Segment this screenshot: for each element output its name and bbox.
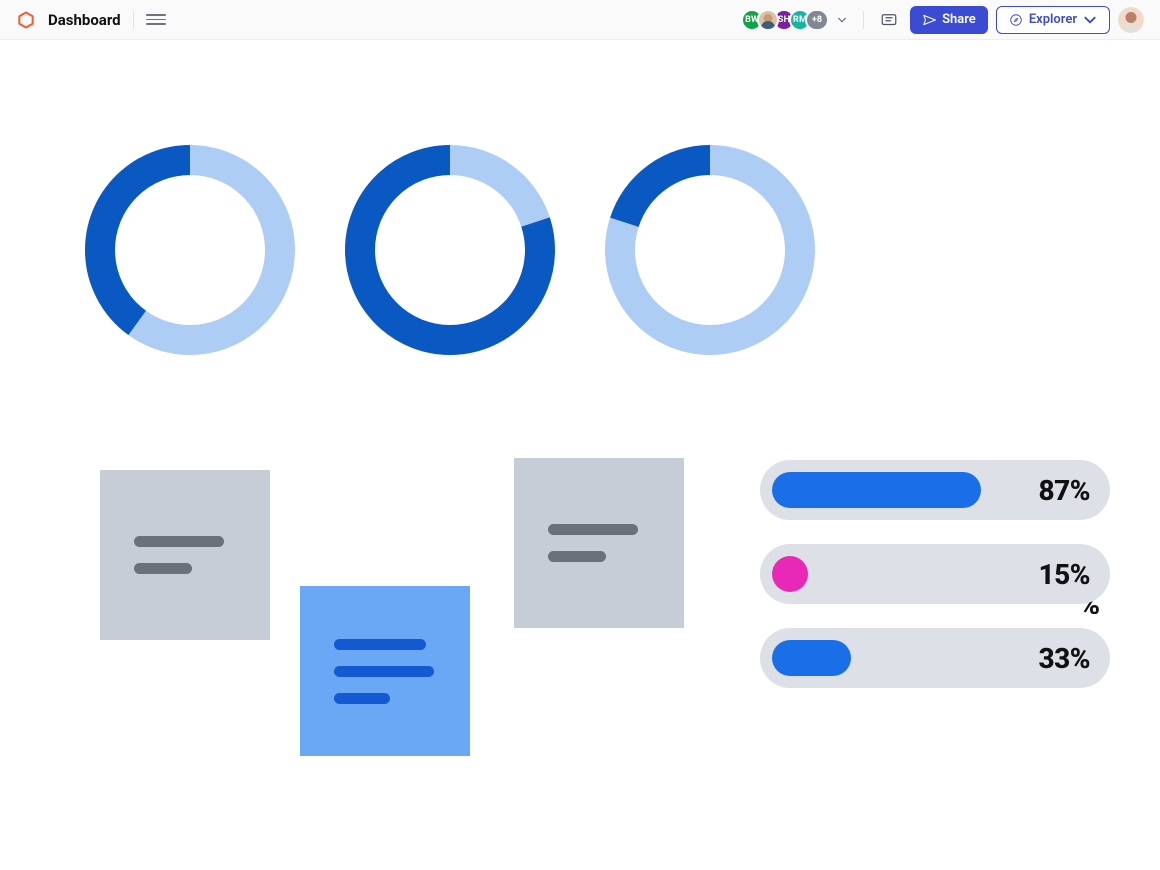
compass-icon [1009,13,1023,27]
text-placeholder-line [334,639,426,650]
text-placeholder-line [334,693,390,704]
divider [863,11,864,29]
collaborator-overflow-count[interactable]: +8 [805,9,829,31]
donut-charts [80,140,820,360]
avatars-expand-button[interactable] [833,11,851,29]
progress-percent-label: 33% [1038,642,1090,675]
divider [133,11,134,29]
collaborator-avatar[interactable] [757,9,779,31]
text-placeholder-line [548,551,606,562]
progress-fill [772,640,851,676]
donut-chart-2 [340,140,560,360]
progress-percent-label: 15% [1038,558,1090,591]
share-button[interactable]: Share [910,6,988,34]
app-logo [16,10,36,30]
progress-fill [772,556,808,592]
progress-bar-2: 15% [760,544,1110,604]
topbar: Dashboard BWSHRM+8 Share Explorer [0,0,1160,40]
send-icon [922,13,936,27]
sticky-note-blue[interactable] [300,586,470,756]
share-button-label: Share [942,12,976,27]
progress-percent-label: 87% [1038,474,1090,507]
menu-icon[interactable] [146,10,166,30]
page-title: Dashboard [48,11,121,29]
chevron-down-icon [1083,13,1097,27]
text-placeholder-line [134,563,192,574]
sticky-note-grey-2[interactable] [514,458,684,628]
sticky-note-grey-1[interactable] [100,470,270,640]
collaborator-avatars[interactable]: BWSHRM+8 [741,9,829,31]
progress-bar-3: 33% [760,628,1110,688]
text-placeholder-line [334,666,434,677]
present-icon[interactable] [876,7,902,33]
progress-fill [772,472,981,508]
text-placeholder-line [134,536,224,547]
progress-bar-1: 87% [760,460,1110,520]
donut-chart-3 [600,140,820,360]
text-placeholder-line [548,524,638,535]
user-avatar[interactable] [1118,7,1144,33]
progress-bars: 87% 15% 33% [760,460,1110,688]
explorer-button-label: Explorer [1029,12,1077,27]
donut-chart-1 [80,140,300,360]
explorer-button[interactable]: Explorer [996,6,1110,34]
